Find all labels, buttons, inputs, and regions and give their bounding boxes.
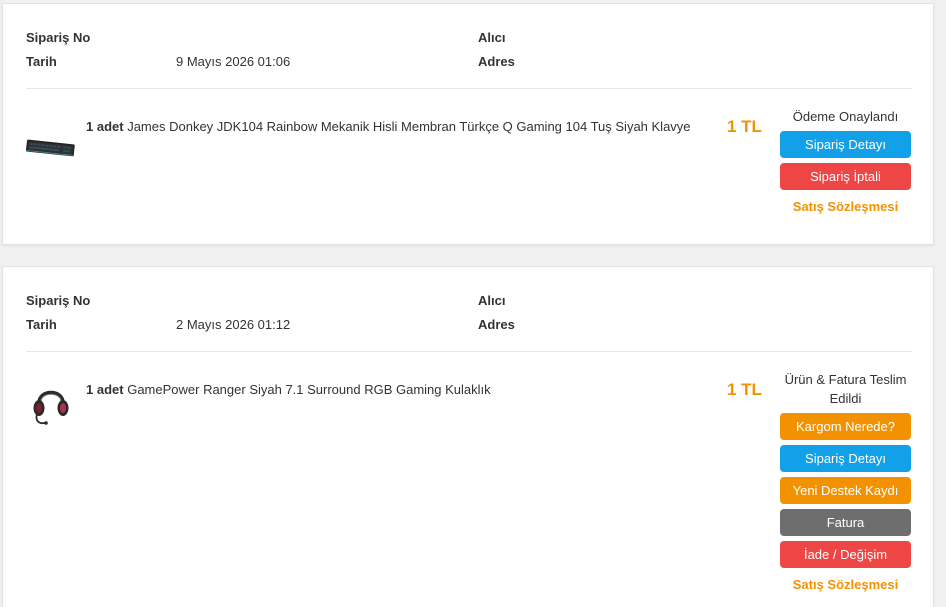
product-name[interactable]: 1 adet GamePower Ranger Siyah 7.1 Surrou…: [86, 382, 491, 397]
track-shipment-button[interactable]: Kargom Nerede?: [780, 413, 911, 440]
date-value: 2 Mayıs 2026 01:12: [176, 317, 291, 332]
address-label: Adres: [478, 54, 515, 69]
keyboard-icon[interactable]: [25, 122, 77, 174]
sales-contract-link[interactable]: Satış Sözleşmesi: [780, 577, 911, 592]
address-label: Adres: [478, 317, 515, 332]
product-price: 1 TL: [727, 117, 762, 136]
order-detail-button[interactable]: Sipariş Detayı: [780, 131, 911, 158]
invoice-button[interactable]: Fatura: [780, 509, 911, 536]
order-meta: Sipariş No Tarih 2 Mayıs 2026 01:12 Alıc…: [26, 293, 912, 353]
product-price: 1 TL: [727, 380, 762, 399]
sales-contract-link[interactable]: Satış Sözleşmesi: [780, 199, 911, 214]
new-support-ticket-button[interactable]: Yeni Destek Kaydı: [780, 477, 911, 504]
date-value: 9 Mayıs 2026 01:06: [176, 54, 291, 69]
product-title[interactable]: GamePower Ranger Siyah 7.1 Surround RGB …: [127, 382, 490, 397]
divider: [26, 351, 912, 352]
product-qty: 1 adet: [86, 119, 124, 134]
order-card: Sipariş No Tarih 9 Mayıs 2026 01:06 Alıc…: [2, 3, 934, 245]
date-label: Tarih: [26, 317, 57, 332]
order-actions: Ödeme Onaylandı Sipariş Detayı Sipariş İ…: [780, 107, 911, 214]
product-qty: 1 adet: [86, 382, 124, 397]
date-label: Tarih: [26, 54, 57, 69]
divider: [26, 88, 912, 89]
product-name[interactable]: 1 adet James Donkey JDK104 Rainbow Mekan…: [86, 119, 691, 134]
product-title[interactable]: James Donkey JDK104 Rainbow Mekanik Hisl…: [127, 119, 690, 134]
order-meta: Sipariş No Tarih 9 Mayıs 2026 01:06 Alıc…: [26, 30, 912, 90]
cancel-order-button[interactable]: Sipariş İptali: [780, 163, 911, 190]
order-detail-button[interactable]: Sipariş Detayı: [780, 445, 911, 472]
recipient-label: Alıcı: [478, 30, 506, 45]
order-no-label: Sipariş No: [26, 30, 91, 45]
order-status: Ödeme Onaylandı: [792, 109, 899, 124]
order-card: Sipariş No Tarih 2 Mayıs 2026 01:12 Alıc…: [2, 266, 934, 607]
order-actions: Ürün & Fatura Teslim Edildi Kargom Nered…: [780, 370, 911, 592]
recipient-label: Alıcı: [478, 293, 506, 308]
order-no-label: Sipariş No: [26, 293, 91, 308]
order-status: Ürün & Fatura Teslim Edildi: [784, 372, 907, 406]
headset-icon[interactable]: [25, 377, 77, 429]
return-exchange-button[interactable]: İade / Değişim: [780, 541, 911, 568]
